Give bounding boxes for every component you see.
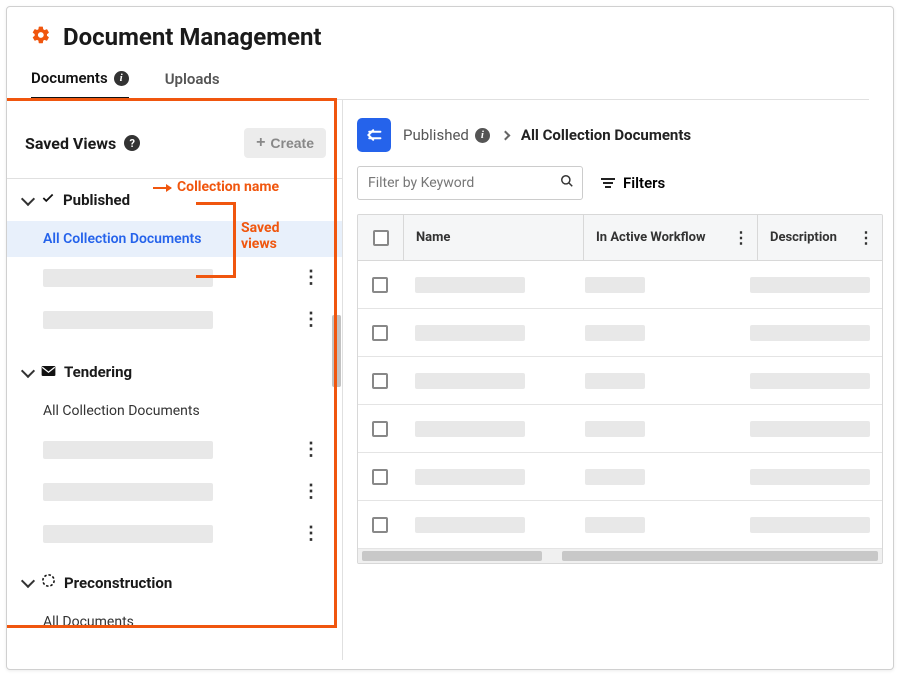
documents-table: Name In Active Workflow⋮ Description⋮ bbox=[357, 214, 883, 564]
table-row[interactable] bbox=[358, 501, 882, 549]
plus-icon: + bbox=[256, 135, 265, 151]
row-checkbox[interactable] bbox=[372, 277, 388, 293]
info-icon: i bbox=[475, 128, 490, 143]
saved-view-tendering-all[interactable]: All Collection Documents bbox=[7, 393, 342, 429]
collection-header-preconstruction[interactable]: Preconstruction bbox=[7, 561, 342, 604]
sidebar: Saved Views ? + Create Published bbox=[7, 100, 343, 660]
sidebar-title: Saved Views bbox=[25, 134, 116, 153]
search-icon bbox=[560, 174, 574, 192]
row-checkbox[interactable] bbox=[372, 469, 388, 485]
column-header-description[interactable]: Description⋮ bbox=[758, 215, 882, 260]
chevron-down-icon bbox=[21, 191, 35, 205]
more-icon[interactable]: ⋮ bbox=[296, 265, 326, 291]
scrollbar-thumb[interactable] bbox=[332, 315, 341, 387]
row-checkbox[interactable] bbox=[372, 421, 388, 437]
back-button[interactable] bbox=[357, 118, 391, 152]
saved-view-placeholder[interactable]: ⋮ bbox=[7, 257, 342, 299]
tab-documents[interactable]: Documents i bbox=[31, 69, 129, 100]
column-menu-icon[interactable]: ⋮ bbox=[858, 228, 874, 247]
help-icon[interactable]: ? bbox=[124, 135, 140, 151]
main-content: Published i All Collection Documents Fil… bbox=[343, 100, 893, 660]
gear-icon bbox=[31, 25, 51, 49]
more-icon[interactable]: ⋮ bbox=[296, 479, 326, 505]
table-row[interactable] bbox=[358, 357, 882, 405]
saved-view-placeholder[interactable]: ⋮ bbox=[7, 299, 342, 341]
chevron-down-icon bbox=[21, 574, 35, 588]
page-title: Document Management bbox=[63, 23, 322, 51]
table-row[interactable] bbox=[358, 405, 882, 453]
tab-uploads[interactable]: Uploads bbox=[165, 69, 220, 99]
row-checkbox[interactable] bbox=[372, 373, 388, 389]
create-view-button[interactable]: + Create bbox=[244, 128, 326, 158]
check-icon bbox=[41, 191, 55, 209]
saved-view-all-collection-docs[interactable]: All Collection Documents bbox=[7, 221, 342, 257]
collection-header-published[interactable]: Published bbox=[7, 179, 342, 221]
keyword-filter-input[interactable]: Filter by Keyword bbox=[357, 166, 583, 200]
more-icon[interactable]: ⋮ bbox=[296, 521, 326, 547]
saved-view-placeholder[interactable]: ⋮ bbox=[7, 429, 342, 471]
filter-icon bbox=[601, 178, 615, 188]
column-header-workflow[interactable]: In Active Workflow⋮ bbox=[584, 215, 758, 260]
filters-button[interactable]: Filters bbox=[601, 174, 665, 192]
chevron-down-icon bbox=[21, 363, 35, 377]
select-all-checkbox[interactable] bbox=[358, 215, 404, 260]
saved-view-placeholder[interactable]: ⋮ bbox=[7, 471, 342, 513]
horizontal-scrollbar[interactable] bbox=[358, 549, 882, 563]
table-row[interactable] bbox=[358, 261, 882, 309]
row-checkbox[interactable] bbox=[372, 325, 388, 341]
column-menu-icon[interactable]: ⋮ bbox=[733, 228, 749, 247]
collection-header-tendering[interactable]: Tendering bbox=[7, 351, 342, 393]
spinner-icon bbox=[41, 573, 56, 592]
table-row[interactable] bbox=[358, 453, 882, 501]
envelope-icon bbox=[41, 363, 56, 381]
row-checkbox[interactable] bbox=[372, 517, 388, 533]
table-row[interactable] bbox=[358, 309, 882, 357]
chevron-right-icon bbox=[500, 130, 510, 140]
info-icon: i bbox=[114, 71, 129, 86]
saved-view-precon-all[interactable]: All Documents bbox=[7, 604, 342, 640]
saved-view-placeholder[interactable]: ⋮ bbox=[7, 513, 342, 555]
more-icon[interactable]: ⋮ bbox=[296, 437, 326, 463]
column-header-name[interactable]: Name bbox=[404, 215, 584, 260]
breadcrumb-current: All Collection Documents bbox=[521, 126, 691, 144]
breadcrumb-root[interactable]: Published i bbox=[403, 126, 490, 144]
more-icon[interactable]: ⋮ bbox=[296, 307, 326, 333]
